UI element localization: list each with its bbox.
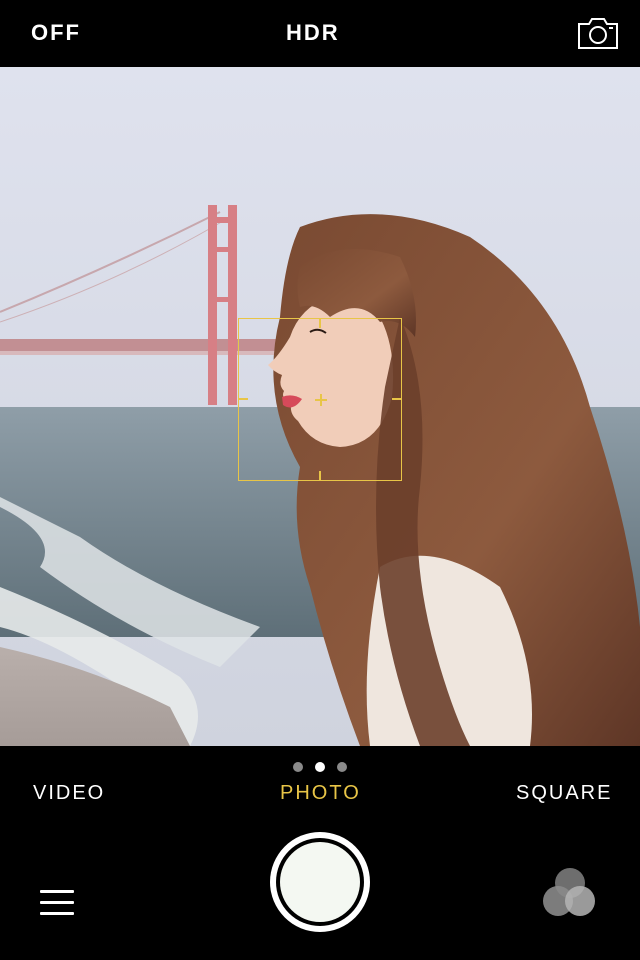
hamburger-menu-icon[interactable] bbox=[40, 890, 74, 916]
mode-video[interactable]: VIDEO bbox=[33, 782, 105, 805]
focus-tick-left bbox=[238, 398, 248, 400]
filters-icon[interactable] bbox=[543, 868, 597, 918]
shutter-inner bbox=[280, 842, 360, 922]
camera-switch-icon[interactable] bbox=[576, 14, 620, 52]
flash-toggle[interactable]: OFF bbox=[31, 20, 81, 46]
shutter-button[interactable] bbox=[270, 832, 370, 932]
focus-tick-right bbox=[392, 398, 402, 400]
mode-photo[interactable]: PHOTO bbox=[280, 782, 361, 805]
focus-center-v bbox=[320, 394, 322, 406]
top-bar: OFF HDR bbox=[0, 0, 640, 67]
hdr-toggle[interactable]: HDR bbox=[286, 20, 340, 46]
focus-tick-bottom bbox=[319, 471, 321, 481]
page-dot bbox=[293, 762, 303, 772]
mode-square[interactable]: SQUARE bbox=[516, 782, 612, 805]
focus-reticle-icon bbox=[238, 318, 402, 481]
page-dot bbox=[337, 762, 347, 772]
focus-tick-top bbox=[319, 318, 321, 328]
mode-bar: VIDEO PHOTO SQUARE bbox=[0, 746, 640, 826]
page-dot-active bbox=[315, 762, 325, 772]
bottom-controls bbox=[0, 826, 640, 960]
